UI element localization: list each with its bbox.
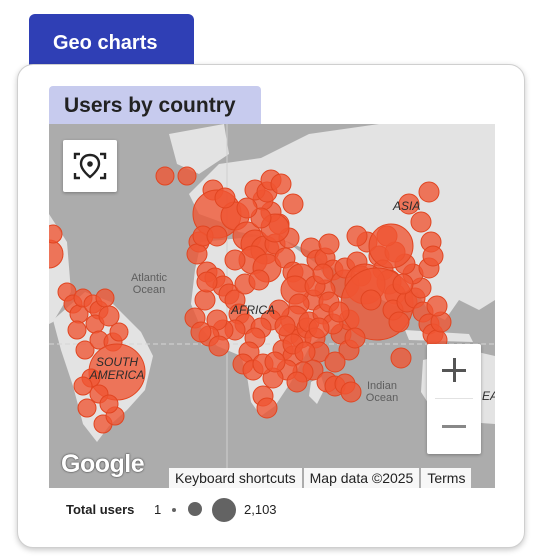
legend-max: 2,103 — [244, 502, 277, 517]
country-bubble[interactable] — [99, 394, 119, 414]
google-logo: Google — [61, 450, 145, 478]
map-data-text: Map data ©2025 — [303, 468, 420, 488]
country-bubble[interactable] — [264, 351, 286, 373]
country-bubble[interactable] — [194, 289, 216, 311]
country-bubble[interactable] — [344, 327, 366, 349]
asia-label: ASIA — [393, 199, 421, 213]
country-bubble[interactable] — [418, 181, 440, 203]
country-bubble[interactable] — [196, 271, 218, 293]
africa-label: AFRICA — [231, 303, 276, 317]
minus-icon — [442, 425, 466, 428]
country-bubble[interactable] — [360, 289, 382, 311]
zoom-out-button[interactable] — [427, 399, 481, 453]
legend-dot-small — [172, 508, 176, 512]
legend-min: 1 — [154, 502, 162, 517]
country-bubble[interactable] — [318, 233, 340, 255]
country-bubble[interactable] — [256, 397, 278, 419]
indian-ocean-label: Indian Ocean — [365, 380, 399, 404]
country-bubble[interactable] — [208, 335, 230, 357]
atlantic-ocean-label: Atlantic Ocean — [130, 272, 168, 296]
chart-title: Users by country — [64, 94, 236, 117]
country-bubble[interactable] — [214, 187, 236, 209]
country-bubble[interactable] — [270, 173, 292, 195]
keyboard-shortcuts-link[interactable]: Keyboard shortcuts — [169, 468, 302, 488]
terms-link[interactable]: Terms — [421, 468, 472, 488]
country-bubble[interactable] — [77, 398, 97, 418]
country-bubble[interactable] — [368, 223, 414, 269]
legend-dot-large — [212, 498, 236, 522]
zoom-in-button[interactable] — [427, 344, 481, 398]
country-bubble[interactable] — [224, 249, 246, 271]
country-bubble[interactable] — [392, 273, 414, 295]
country-bubble[interactable] — [177, 166, 197, 186]
country-bubble[interactable] — [286, 371, 308, 393]
country-bubble[interactable] — [236, 197, 258, 219]
country-bubble[interactable] — [67, 320, 87, 340]
country-bubble[interactable] — [324, 351, 346, 373]
country-bubble[interactable] — [248, 269, 270, 291]
map-attribution: Keyboard shortcuts Map data ©2025 Terms — [169, 468, 495, 488]
country-bubble[interactable] — [410, 211, 432, 233]
legend-label: Total users — [66, 502, 135, 517]
country-bubble[interactable] — [308, 317, 330, 339]
tab-label: Geo charts — [53, 32, 158, 54]
country-bubble[interactable] — [274, 315, 296, 337]
south-america-label: SOUTH AMERICA — [89, 355, 145, 382]
country-bubble[interactable] — [282, 193, 304, 215]
chart-title-bar: Users by country — [49, 86, 261, 126]
country-bubble[interactable] — [422, 245, 444, 267]
recenter-button[interactable] — [63, 140, 117, 192]
geo-map[interactable]: Atlantic Ocean Indian Ocean ASIA AFRICA … — [49, 124, 495, 488]
country-bubble[interactable] — [49, 224, 63, 244]
country-bubble[interactable] — [95, 288, 115, 308]
country-bubble[interactable] — [190, 321, 212, 343]
country-bubble[interactable] — [294, 341, 316, 363]
country-bubble[interactable] — [426, 295, 448, 317]
country-bubble[interactable] — [328, 301, 350, 323]
country-bubble[interactable] — [206, 225, 228, 247]
country-bubble[interactable] — [388, 311, 410, 333]
legend-dot-medium — [188, 502, 202, 516]
country-bubble[interactable] — [98, 305, 120, 327]
size-legend: Total users 1 2,103 — [49, 488, 495, 530]
australia-partial-label: EA — [482, 389, 495, 403]
country-bubble[interactable] — [312, 263, 334, 285]
country-bubble[interactable] — [155, 166, 175, 186]
country-bubble[interactable] — [186, 243, 208, 265]
country-bubble[interactable] — [390, 347, 412, 369]
zoom-controls — [427, 344, 481, 454]
country-bubble[interactable] — [346, 225, 368, 247]
location-target-icon — [73, 152, 107, 180]
